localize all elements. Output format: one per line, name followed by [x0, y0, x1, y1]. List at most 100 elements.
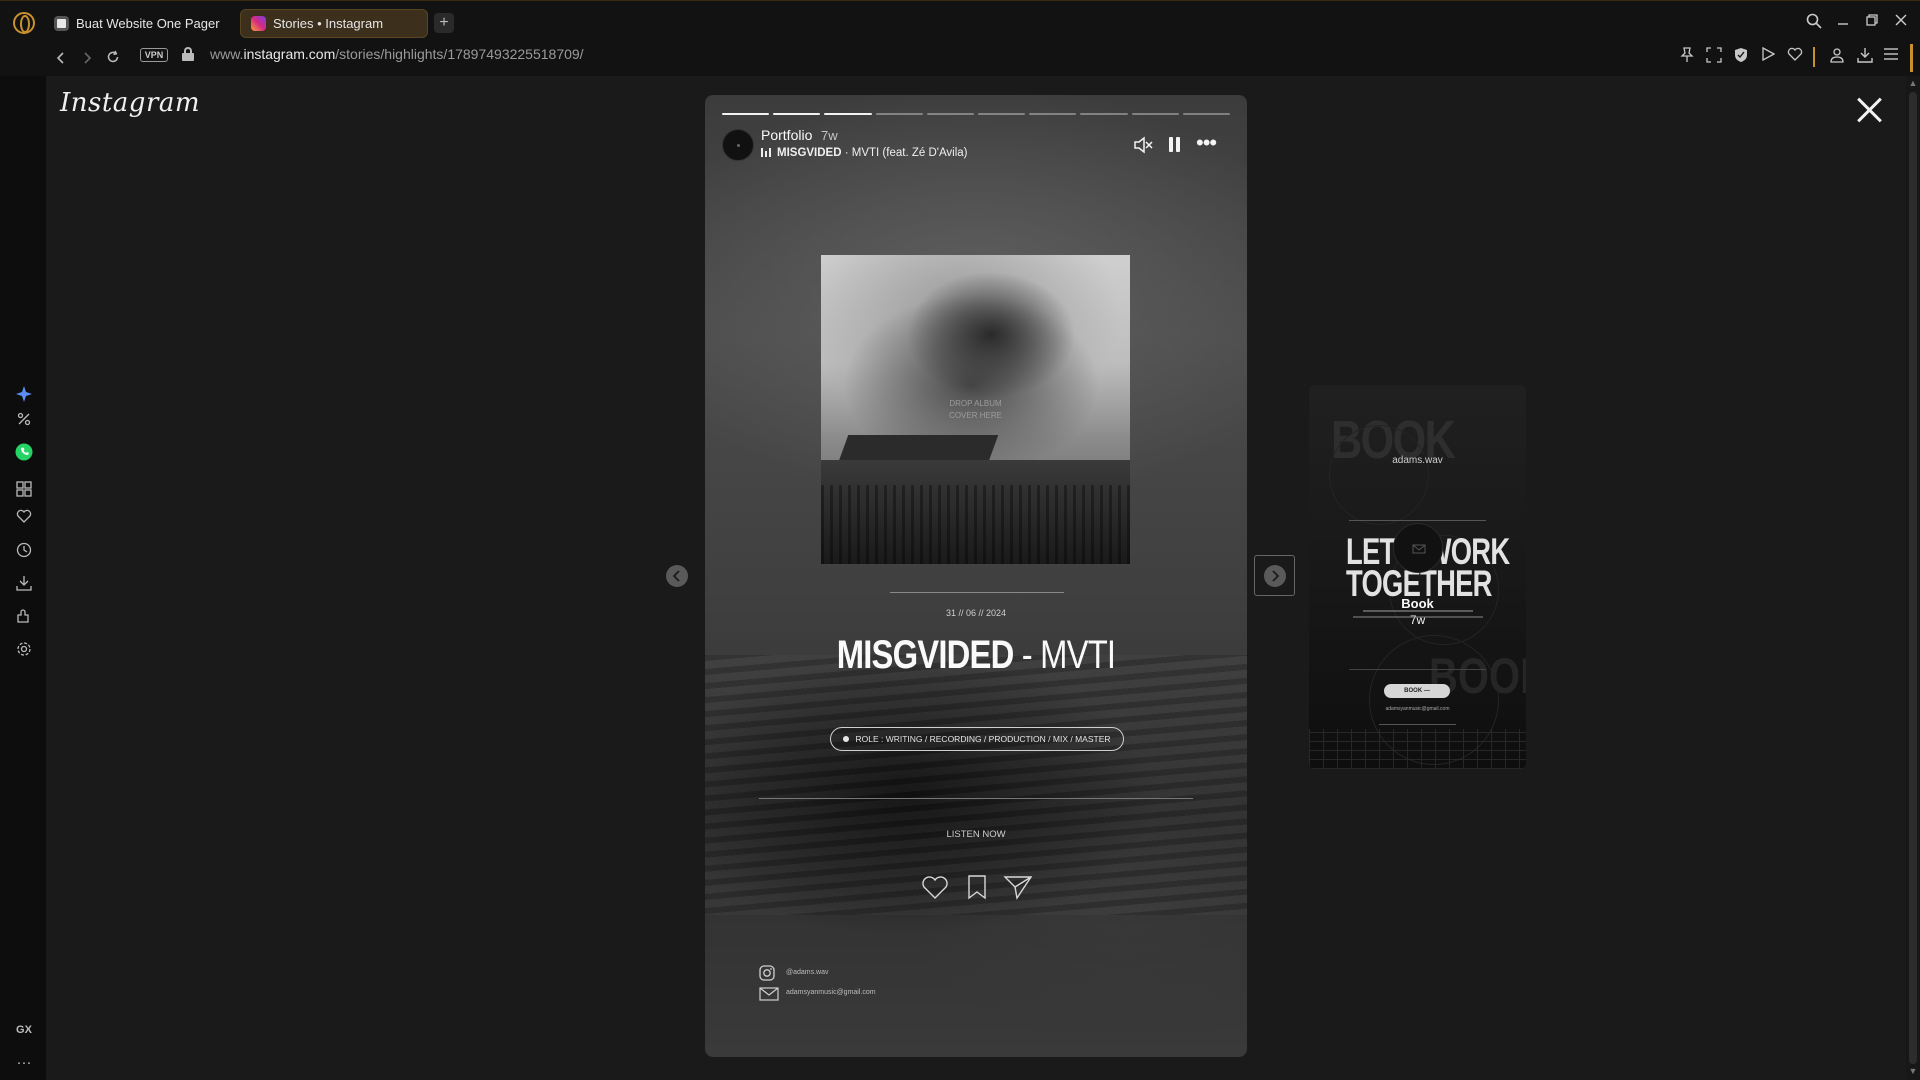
- divider: [1349, 520, 1486, 521]
- url-field[interactable]: www.instagram.com/stories/highlights/178…: [210, 46, 584, 62]
- story-progress-segment: [722, 113, 770, 115]
- story-progress-bar: [722, 113, 1231, 116]
- story-progress-segment: [926, 113, 975, 115]
- preview-fine-print: [1353, 616, 1483, 618]
- release-date: 31 // 06 // 2024: [945, 608, 1007, 618]
- send-icon: [1003, 873, 1033, 901]
- story-progress-segment: [824, 113, 872, 115]
- preview-grid-floor: [1309, 729, 1526, 769]
- divider: [1349, 669, 1486, 670]
- minimize-icon[interactable]: [1833, 13, 1853, 33]
- downloads-icon[interactable]: [14, 575, 34, 595]
- shield-icon[interactable]: [1732, 47, 1750, 65]
- chevron-right-icon: [1264, 565, 1286, 587]
- close-window-icon[interactable]: [1891, 13, 1911, 33]
- opera-logo-icon[interactable]: [13, 12, 35, 34]
- url-prefix: www.: [210, 46, 244, 62]
- toolbar-divider: [1813, 47, 1815, 67]
- scroll-down-icon[interactable]: ▼: [1908, 1066, 1918, 1076]
- discount-icon[interactable]: [14, 412, 34, 432]
- pin-icon[interactable]: [1678, 47, 1696, 65]
- avatar: [1393, 523, 1443, 573]
- tab-instagram-stories[interactable]: Stories • Instagram: [240, 9, 428, 38]
- bookmark-icon: [965, 873, 989, 901]
- back-icon[interactable]: [50, 49, 72, 71]
- heart-icon: [920, 873, 950, 901]
- heart-icon[interactable]: [1786, 47, 1804, 65]
- snapshot-icon[interactable]: [1705, 47, 1723, 65]
- aria-icon[interactable]: [14, 385, 34, 405]
- instagram-favicon-icon: [251, 16, 266, 31]
- preview-email: adamsyanmusic@gmail.com: [1385, 706, 1450, 712]
- lock-icon[interactable]: [182, 47, 194, 61]
- bookmarks-icon[interactable]: [14, 509, 34, 529]
- scroll-up-icon[interactable]: ▲: [1908, 78, 1918, 88]
- restore-icon[interactable]: [1862, 13, 1882, 33]
- vpn-badge[interactable]: VPN: [140, 48, 168, 62]
- story-progress-segment: [1080, 113, 1128, 115]
- preview-fine-print: [1363, 610, 1473, 612]
- music-song: MISGVIDED: [777, 147, 842, 159]
- story-progress-segment: [1131, 113, 1179, 115]
- music-artist: · MVTI (feat. Zé D'Avila): [841, 147, 968, 159]
- tab-title: Stories • Instagram: [273, 16, 384, 31]
- forward-icon[interactable]: [76, 49, 98, 71]
- contact-instagram-handle: @adams.wav: [786, 969, 829, 976]
- divider: [890, 592, 1064, 593]
- url-domain: instagram.com: [243, 46, 336, 62]
- story-progress-segment: [1029, 113, 1077, 115]
- story-progress-segment: [875, 113, 923, 115]
- url-path: /stories/highlights/17897493225518709/: [335, 46, 584, 62]
- download-icon[interactable]: [1856, 47, 1874, 65]
- reload-icon[interactable]: [102, 49, 124, 71]
- new-tab-button[interactable]: +: [434, 13, 454, 33]
- next-story-preview[interactable]: BOOK BOOK adams.wav LET'S WORK TOGETHER …: [1309, 385, 1526, 769]
- mail-icon: [759, 985, 779, 1001]
- album-cover-image: DROP ALBUM COVER HERE: [821, 255, 1130, 564]
- settings-icon[interactable]: [14, 641, 34, 661]
- history-icon[interactable]: [14, 542, 34, 562]
- role-badge: ROLE : WRITING / RECORDING / PRODUCTION …: [830, 727, 1124, 751]
- next-story-button[interactable]: [1254, 555, 1295, 596]
- instagram-logo[interactable]: Instagram: [60, 88, 200, 118]
- listen-now-label: LISTEN NOW: [946, 829, 1006, 840]
- gx-control-icon[interactable]: GX: [14, 1020, 34, 1040]
- more-sidebar-icon[interactable]: ···: [14, 1053, 34, 1073]
- tab-buat-website[interactable]: Buat Website One Pager: [44, 9, 229, 38]
- extensions-icon[interactable]: [14, 608, 34, 628]
- divider: [759, 798, 1193, 799]
- contact-email: adamsyanmusic@gmail.com: [786, 989, 876, 996]
- story-username[interactable]: Portfolio: [761, 127, 812, 143]
- tab-title: Buat Website One Pager: [76, 16, 220, 31]
- story-progress-segment: [1182, 113, 1231, 115]
- divider: [1379, 724, 1456, 725]
- story-viewer[interactable]: Portfolio 7w MISGVIDED · MVTI (feat. Zé …: [705, 95, 1247, 1057]
- window-accent-bar: [1910, 44, 1913, 72]
- previous-story-button[interactable]: [666, 565, 688, 587]
- close-story-icon[interactable]: [1855, 96, 1883, 124]
- story-music-label[interactable]: MISGVIDED · MVTI (feat. Zé D'Avila): [761, 147, 968, 159]
- send-icon[interactable]: [1759, 46, 1777, 65]
- pause-icon[interactable]: [1166, 136, 1182, 154]
- preview-book-button: BOOK —: [1384, 684, 1450, 698]
- tab-favicon-icon: [54, 16, 69, 31]
- more-options-icon[interactable]: •••: [1196, 132, 1217, 154]
- page-scrollbar[interactable]: ▲ ▼: [1906, 76, 1920, 1080]
- muted-speaker-icon[interactable]: [1133, 135, 1153, 155]
- profile-icon[interactable]: [1828, 47, 1846, 65]
- easy-setup-icon[interactable]: [1882, 47, 1900, 65]
- whatsapp-icon[interactable]: [14, 442, 34, 462]
- scrollbar-thumb[interactable]: [1909, 92, 1917, 1064]
- story-title: MISGVIDED - MVTI: [836, 633, 1116, 677]
- instagram-icon: [759, 965, 775, 981]
- audio-bars-icon: [761, 148, 771, 157]
- avatar[interactable]: [722, 129, 754, 161]
- browser-sidebar: GX ···: [0, 76, 46, 1080]
- search-tabs-icon[interactable]: [1804, 13, 1824, 33]
- story-progress-segment: [773, 113, 821, 115]
- preview-brand-logo: adams.wav: [1392, 455, 1443, 466]
- browser-tab-bar: Buat Website One Pager Stories • Instagr…: [0, 0, 1920, 44]
- story-progress-segment: [978, 113, 1026, 115]
- speed-dial-icon[interactable]: [14, 481, 34, 501]
- album-placeholder-text: DROP ALBUM COVER HERE: [949, 399, 1002, 420]
